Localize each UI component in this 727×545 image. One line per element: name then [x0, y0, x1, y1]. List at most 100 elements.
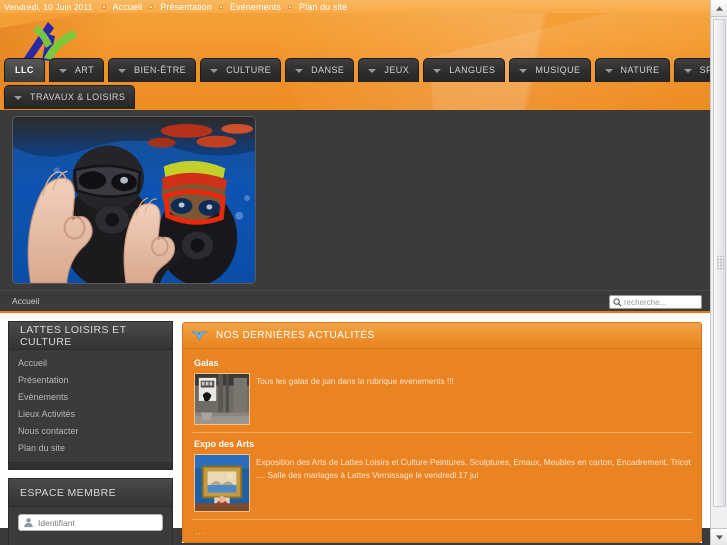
article-divider [192, 432, 692, 433]
sidebar-nav-title: LATTES LOISIRS ET CULTURE [9, 322, 172, 350]
scroll-up-button[interactable] [711, 0, 727, 17]
sidebar-nav-footer [9, 462, 172, 469]
scroll-up-arrow-icon [716, 5, 723, 11]
identifiant-field-wrapper[interactable] [18, 514, 163, 531]
scrollbar-track[interactable] [711, 17, 727, 528]
main-menu-row-1: LLC ART BIEN-ÊTRE CULTURE DANSE JEUX LAN… [4, 58, 710, 82]
chevron-down-icon [604, 68, 613, 73]
header-decoration-stripe-1 [272, 0, 710, 110]
topbar-link-accueil[interactable]: Accueil [113, 2, 143, 12]
sidebar-item-plan-du-site[interactable]: Plan du site [9, 439, 172, 456]
search-input[interactable] [624, 297, 698, 307]
article-title-expo-des-arts[interactable]: Expo des Arts [190, 439, 694, 449]
scroll-down-arrow-icon [716, 534, 723, 540]
topbar-link-plan-du-site[interactable]: Plan du site [299, 2, 347, 12]
search-box[interactable] [609, 295, 702, 309]
scroll-down-button[interactable] [711, 528, 727, 545]
browser-viewport: Vendredi, 10 Juin 2011 Accueil Présentat… [0, 0, 727, 545]
current-date: Vendredi, 10 Juin 2011 [4, 1, 93, 12]
chevron-down-icon [210, 68, 219, 73]
menu-item-culture[interactable]: CULTURE [200, 58, 282, 82]
user-icon [24, 518, 33, 528]
menu-item-langues[interactable]: LANGUES [423, 58, 506, 82]
sidebar-member-block: ESPACE MEMBRE [8, 478, 173, 545]
main-menu-row-2: TRAVAUX & LOISIRS [4, 85, 139, 109]
chevron-down-icon [683, 68, 692, 73]
sidebar-item-evenements[interactable]: Evènements [9, 388, 172, 405]
header-decoration-stripe-2 [429, 0, 710, 110]
menu-item-label: MUSIQUE [535, 65, 581, 75]
more-articles-link[interactable]: ... [190, 526, 694, 536]
topbar-link-evenements[interactable]: Evénements [230, 2, 281, 12]
sidebar-item-nous-contacter[interactable]: Nous contacter [9, 422, 172, 439]
news-article: Galas Tous les galas de juin dans la rub… [190, 358, 694, 425]
sidebar-nav-list: Accueil Présentation Evènements Lieux Ac… [9, 350, 172, 462]
sidebar-item-accueil[interactable]: Accueil [9, 354, 172, 371]
menu-item-musique[interactable]: MUSIQUE [509, 58, 591, 82]
article-thumbnail-expo-des-arts[interactable] [194, 454, 250, 512]
identifiant-input[interactable] [38, 517, 162, 528]
menu-item-label: JEUX [384, 65, 410, 75]
menu-item-sport-loisir[interactable]: SPORT LOISIR [673, 58, 710, 82]
menu-item-travaux-loisirs[interactable]: TRAVAUX & LOISIRS [4, 85, 136, 109]
news-panel-title-label: NOS DERNIÈRES ACTUALITÉS [216, 330, 375, 341]
separator-bullet [149, 4, 154, 9]
news-article: Expo des Arts Exposition des Arts de Lat… [190, 439, 694, 512]
menu-item-label: SPORT LOISIR [699, 65, 710, 75]
sidebar-member-title: ESPACE MEMBRE [9, 479, 172, 507]
article-row: Exposition des Arts de Lattes Loisirs et… [190, 454, 694, 512]
site-header: Vendredi, 10 Juin 2011 Accueil Présentat… [0, 0, 710, 110]
chevron-down-icon [58, 68, 67, 73]
sidebar-nav-block: LATTES LOISIRS ET CULTURE Accueil Présen… [8, 321, 173, 470]
article-divider [192, 519, 692, 520]
chevron-down-icon [14, 95, 22, 100]
news-panel-title: NOS DERNIÈRES ACTUALITÉS [183, 323, 701, 349]
separator-bullet [288, 4, 293, 9]
scrollbar-grip [717, 255, 724, 271]
chevron-down-icon [295, 68, 304, 73]
chevron-down-icon [433, 68, 442, 73]
expo-thumbnail-image [195, 455, 249, 511]
menu-item-label: LANGUES [449, 65, 496, 75]
article-title-galas[interactable]: Galas [190, 358, 694, 368]
menu-item-nature[interactable]: NATURE [594, 58, 670, 82]
menu-item-label: DANSE [311, 65, 345, 75]
sidebar-item-lieux-activites[interactable]: Lieux Activités [9, 405, 172, 422]
scuba-divers-photo [13, 117, 255, 283]
breadcrumb-bar: Accueil [0, 290, 710, 313]
menu-item-art[interactable]: ART [48, 58, 105, 82]
page-body: LATTES LOISIRS ET CULTURE Accueil Présen… [0, 313, 710, 545]
menu-item-label: CULTURE [226, 65, 272, 75]
logo-icon [24, 18, 77, 61]
top-utility-bar: Vendredi, 10 Juin 2011 Accueil Présentat… [0, 0, 710, 13]
separator-bullet [101, 4, 106, 9]
sidebar: LATTES LOISIRS ET CULTURE Accueil Présen… [8, 321, 173, 545]
member-login-form [9, 507, 172, 545]
article-thumbnail-galas[interactable] [194, 373, 250, 425]
search-icon [613, 297, 622, 306]
hero-banner [0, 110, 710, 290]
menu-item-danse[interactable]: DANSE [285, 58, 355, 82]
vertical-scrollbar[interactable] [710, 0, 727, 545]
news-panel: NOS DERNIÈRES ACTUALITÉS Galas Tous les … [182, 322, 702, 543]
hero-image-scuba-divers[interactable] [12, 116, 256, 284]
menu-item-bien-etre[interactable]: BIEN-ÊTRE [108, 58, 197, 82]
menu-item-label: BIEN-ÊTRE [134, 65, 187, 75]
breadcrumb-current: Accueil [12, 296, 40, 306]
separator-bullet [218, 4, 223, 9]
menu-item-label: TRAVAUX & LOISIRS [30, 92, 126, 102]
sidebar-item-presentation[interactable]: Présentation [9, 371, 172, 388]
article-text-expo-des-arts: Exposition des Arts de Lattes Loisirs et… [256, 457, 691, 480]
main-content: NOS DERNIÈRES ACTUALITÉS Galas Tous les … [182, 321, 702, 543]
site-logo[interactable] [14, 14, 92, 62]
menu-item-label: LLC [15, 65, 34, 75]
chevron-down-icon [118, 68, 127, 73]
menu-item-jeux[interactable]: JEUX [358, 58, 420, 82]
topbar-link-presentation[interactable]: Présentation [160, 2, 212, 12]
menu-item-llc[interactable]: LLC [4, 58, 45, 82]
page-root: Vendredi, 10 Juin 2011 Accueil Présentat… [0, 0, 710, 545]
scrollbar-thumb[interactable] [713, 19, 726, 507]
galas-thumbnail-image [195, 374, 249, 424]
article-text-galas: Tous les galas de juin dans la rubrique … [256, 376, 454, 386]
menu-item-label: NATURE [620, 65, 660, 75]
